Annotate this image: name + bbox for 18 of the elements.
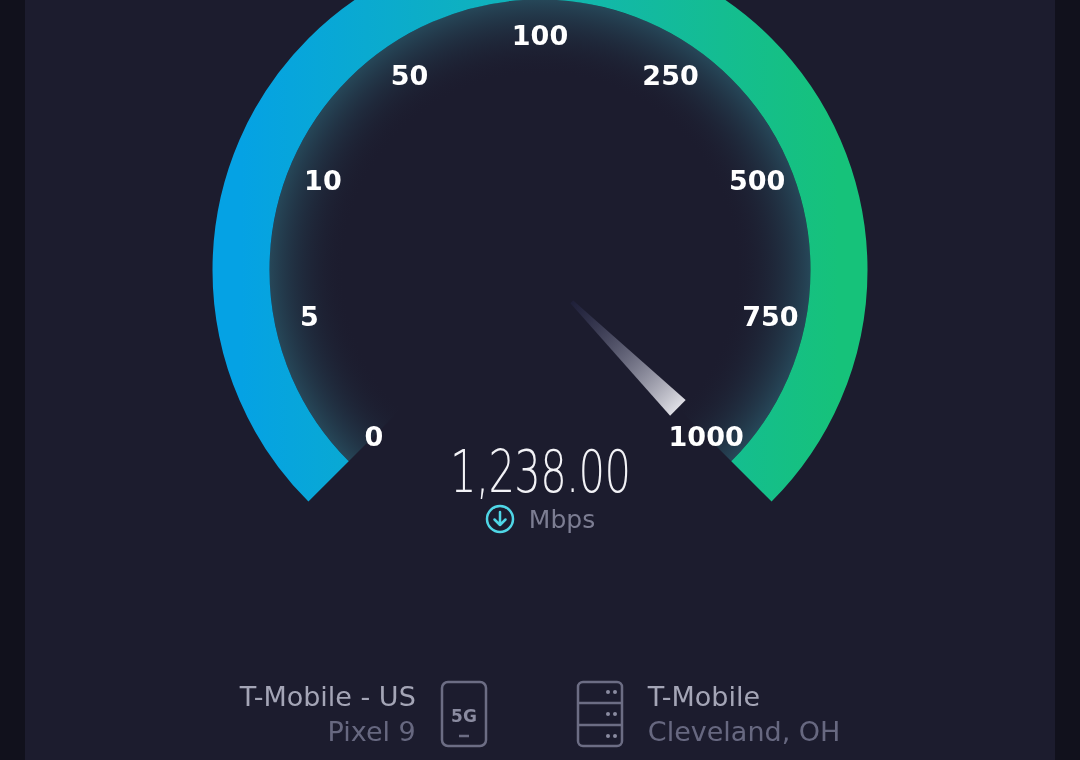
server-icon	[575, 680, 624, 748]
provider-name: T-Mobile - US	[239, 681, 416, 712]
device-name: Pixel 9	[327, 716, 416, 747]
scale-label: 750	[742, 300, 799, 332]
scale-label: 10	[304, 165, 342, 197]
scale-label: 5	[300, 300, 319, 332]
speed-value: 1,238.00	[449, 438, 631, 506]
scale-label: 1000	[668, 421, 744, 453]
scale-label: 100	[511, 20, 569, 51]
phone-icon: 5G	[439, 680, 488, 748]
server-name: T-Mobile	[647, 681, 761, 712]
download-icon	[484, 504, 515, 534]
scale-label: 250	[642, 59, 699, 91]
server-location: Cleveland, OH	[647, 716, 841, 747]
speed-unit: Mbps	[528, 504, 596, 534]
scale-label: 500	[728, 165, 786, 197]
scale-label: 50	[390, 59, 429, 91]
scale-label: 0	[364, 421, 384, 453]
